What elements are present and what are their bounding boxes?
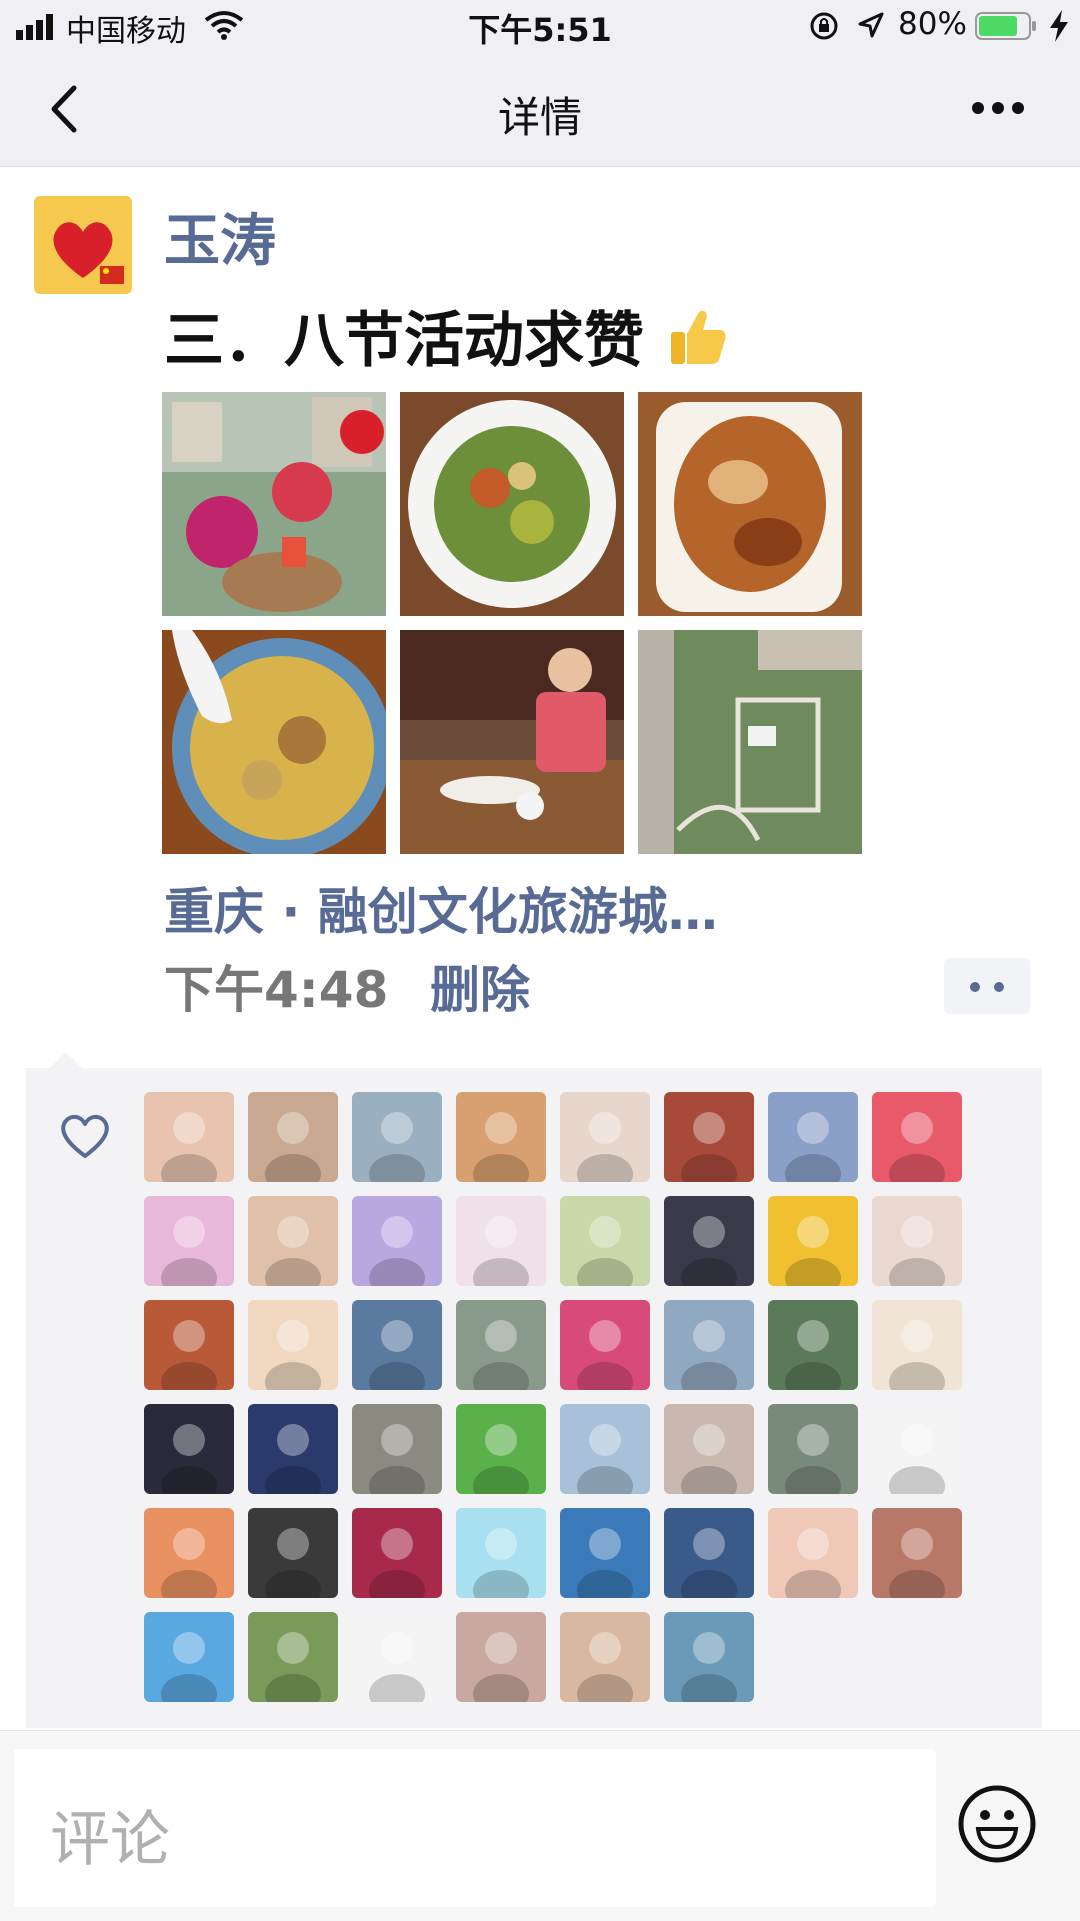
likes-pointer bbox=[50, 1052, 82, 1068]
emoji-button[interactable] bbox=[956, 1783, 1038, 1865]
liker-avatar[interactable] bbox=[352, 1404, 442, 1494]
liker-avatar[interactable] bbox=[768, 1196, 858, 1286]
fried-pork-photo[interactable] bbox=[638, 392, 862, 616]
comment-placeholder: 评论 bbox=[50, 1805, 170, 1875]
liker-avatar[interactable] bbox=[144, 1612, 234, 1702]
post-time: 下午4:48 bbox=[164, 961, 389, 1019]
nav-bar: 详情 bbox=[0, 52, 1080, 167]
liker-avatar[interactable] bbox=[352, 1092, 442, 1182]
liker-avatar[interactable] bbox=[560, 1404, 650, 1494]
location-arrow-icon bbox=[858, 12, 884, 38]
delete-button[interactable]: 删除 bbox=[430, 950, 530, 1022]
liker-avatar[interactable] bbox=[456, 1404, 546, 1494]
liker-avatar[interactable] bbox=[872, 1092, 962, 1182]
liker-avatar[interactable] bbox=[352, 1612, 442, 1702]
liker-avatar[interactable] bbox=[664, 1612, 754, 1702]
liker-avatar[interactable] bbox=[248, 1612, 338, 1702]
liker-avatar[interactable] bbox=[456, 1300, 546, 1390]
liker-avatar[interactable] bbox=[456, 1508, 546, 1598]
post-text: 三．八节活动求赞 bbox=[164, 292, 731, 385]
liker-avatar[interactable] bbox=[248, 1092, 338, 1182]
woman-dining-photo[interactable] bbox=[400, 630, 624, 854]
liker-avatar[interactable] bbox=[560, 1508, 650, 1598]
liker-avatar[interactable] bbox=[456, 1196, 546, 1286]
rotation-lock-icon bbox=[810, 12, 838, 40]
post-text-content: 三．八节活动求赞 bbox=[164, 306, 644, 376]
liker-avatar[interactable] bbox=[872, 1196, 962, 1286]
liker-avatar[interactable] bbox=[768, 1300, 858, 1390]
liker-avatar[interactable] bbox=[560, 1092, 650, 1182]
liker-avatar[interactable] bbox=[248, 1196, 338, 1286]
liker-avatar[interactable] bbox=[872, 1404, 962, 1494]
liker-avatar[interactable] bbox=[768, 1404, 858, 1494]
battery-percent: 80% bbox=[898, 6, 967, 42]
author-name[interactable]: 玉涛 bbox=[164, 196, 276, 277]
liker-avatar[interactable] bbox=[768, 1092, 858, 1182]
liker-avatar[interactable] bbox=[456, 1092, 546, 1182]
garden-aerial-photo[interactable] bbox=[638, 630, 862, 854]
liker-avatar[interactable] bbox=[664, 1300, 754, 1390]
liker-avatar[interactable] bbox=[352, 1196, 442, 1286]
liker-avatar[interactable] bbox=[664, 1092, 754, 1182]
liker-avatar[interactable] bbox=[144, 1196, 234, 1286]
liker-avatar[interactable] bbox=[144, 1092, 234, 1182]
liker-avatar[interactable] bbox=[248, 1404, 338, 1494]
balcony-flowers-photo[interactable] bbox=[162, 392, 386, 616]
liker-avatar[interactable] bbox=[560, 1300, 650, 1390]
more-options-button[interactable] bbox=[972, 98, 1024, 118]
status-bar: 中国移动 下午5:51 80% bbox=[0, 0, 1080, 52]
liker-avatar[interactable] bbox=[768, 1508, 858, 1598]
liker-avatar[interactable] bbox=[352, 1300, 442, 1390]
liker-avatar[interactable] bbox=[560, 1196, 650, 1286]
charging-bolt-icon bbox=[1050, 10, 1068, 42]
liker-avatar[interactable] bbox=[248, 1508, 338, 1598]
liker-avatar[interactable] bbox=[872, 1508, 962, 1598]
liker-avatar[interactable] bbox=[560, 1612, 650, 1702]
liker-avatar[interactable] bbox=[248, 1300, 338, 1390]
liker-avatar[interactable] bbox=[664, 1508, 754, 1598]
comment-bar: 评论 bbox=[0, 1730, 1080, 1921]
location-link[interactable]: 重庆 · 融创文化旅游城… bbox=[164, 872, 718, 944]
photo-grid bbox=[162, 392, 862, 854]
author-avatar[interactable] bbox=[34, 196, 132, 294]
comment-input[interactable]: 评论 bbox=[14, 1749, 936, 1907]
liker-avatar[interactable] bbox=[664, 1196, 754, 1286]
liker-avatar[interactable] bbox=[144, 1404, 234, 1494]
soup-bowl-photo[interactable] bbox=[162, 630, 386, 854]
liker-avatar[interactable] bbox=[352, 1508, 442, 1598]
noodle-salad-photo[interactable] bbox=[400, 392, 624, 616]
comment-like-menu-button[interactable] bbox=[944, 958, 1030, 1014]
liker-avatar[interactable] bbox=[144, 1508, 234, 1598]
liker-avatar[interactable] bbox=[872, 1300, 962, 1390]
battery-icon bbox=[975, 12, 1036, 40]
page-title: 详情 bbox=[497, 93, 582, 142]
liker-avatar[interactable] bbox=[664, 1404, 754, 1494]
thumbs-up-icon bbox=[665, 304, 731, 385]
liker-avatar[interactable] bbox=[144, 1300, 234, 1390]
heart-icon bbox=[61, 1114, 109, 1158]
liker-avatar[interactable] bbox=[456, 1612, 546, 1702]
